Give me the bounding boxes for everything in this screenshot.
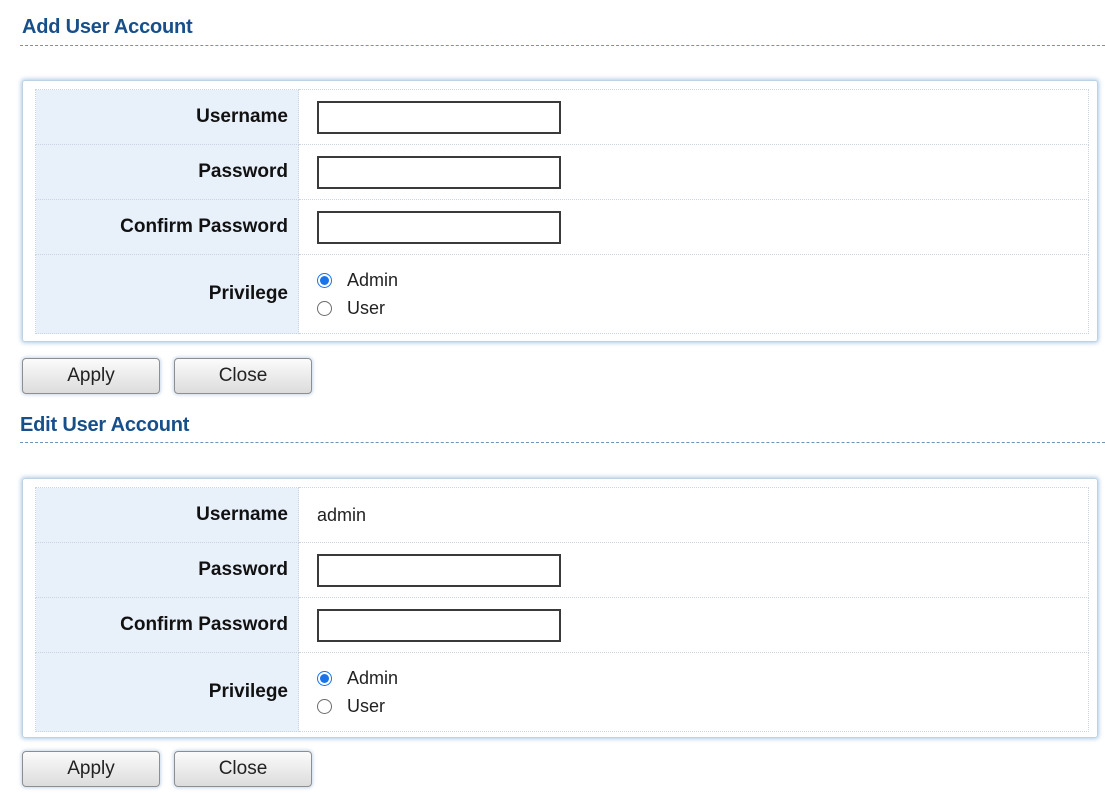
password-cell <box>298 144 1089 200</box>
confirm-password-row: Confirm Password <box>35 597 1089 653</box>
confirm-password-input[interactable] <box>317 210 561 244</box>
privilege-option-admin[interactable]: Admin <box>317 666 1088 690</box>
title-divider <box>20 45 1105 46</box>
privilege-row: Privilege Admin User <box>35 254 1089 334</box>
close-button[interactable]: Close <box>174 751 312 787</box>
add-user-account-title: Add User Account <box>22 16 193 38</box>
confirm-password-cell <box>298 199 1089 255</box>
privilege-option-user[interactable]: User <box>317 694 1088 718</box>
privilege-radio-group: Admin User <box>317 666 1088 718</box>
confirm-password-row: Confirm Password <box>35 199 1089 255</box>
confirm-password-input[interactable] <box>317 608 561 642</box>
confirm-password-label: Confirm Password <box>35 199 299 255</box>
privilege-cell: Admin User <box>298 652 1089 732</box>
edit-user-button-row: Apply Close <box>22 751 312 787</box>
username-value: admin <box>298 487 1089 543</box>
apply-button[interactable]: Apply <box>22 751 160 787</box>
privilege-option-admin[interactable]: Admin <box>317 268 1088 292</box>
add-user-button-row: Apply Close <box>22 358 312 394</box>
privilege-label: Privilege <box>35 254 299 334</box>
privilege-option-label: Admin <box>347 667 399 688</box>
title-divider <box>20 442 1105 443</box>
radio-checked-icon[interactable] <box>317 272 332 288</box>
username-row: Username <box>35 89 1089 145</box>
add-user-form: Username Password Confirm Password Privi… <box>22 80 1098 342</box>
username-label: Username <box>35 487 299 543</box>
radio-unchecked-icon[interactable] <box>317 300 332 316</box>
privilege-option-user[interactable]: User <box>317 296 1088 320</box>
password-cell <box>298 542 1089 598</box>
edit-user-account-title: Edit User Account <box>20 414 190 436</box>
privilege-row: Privilege Admin User <box>35 652 1089 732</box>
username-row: Username admin <box>35 487 1089 543</box>
add-user-form-table: Username Password Confirm Password Privi… <box>35 89 1089 334</box>
radio-unchecked-icon[interactable] <box>317 698 332 714</box>
username-label: Username <box>35 89 299 145</box>
privilege-option-label: Admin <box>347 269 399 290</box>
confirm-password-label: Confirm Password <box>35 597 299 653</box>
privilege-radio-group: Admin User <box>317 268 1088 320</box>
apply-button[interactable]: Apply <box>22 358 160 394</box>
password-row: Password <box>35 542 1089 598</box>
radio-checked-icon[interactable] <box>317 670 332 686</box>
privilege-option-label: User <box>347 695 386 716</box>
password-input[interactable] <box>317 553 561 587</box>
edit-user-form: Username admin Password Confirm Password… <box>22 478 1098 738</box>
confirm-password-cell <box>298 597 1089 653</box>
close-button[interactable]: Close <box>174 358 312 394</box>
username-cell <box>298 89 1089 145</box>
password-label: Password <box>35 542 299 598</box>
privilege-cell: Admin User <box>298 254 1089 334</box>
privilege-label: Privilege <box>35 652 299 732</box>
password-label: Password <box>35 144 299 200</box>
password-row: Password <box>35 144 1089 200</box>
edit-user-form-table: Username admin Password Confirm Password… <box>35 487 1089 732</box>
password-input[interactable] <box>317 155 561 189</box>
username-input[interactable] <box>317 100 561 134</box>
privilege-option-label: User <box>347 297 386 318</box>
